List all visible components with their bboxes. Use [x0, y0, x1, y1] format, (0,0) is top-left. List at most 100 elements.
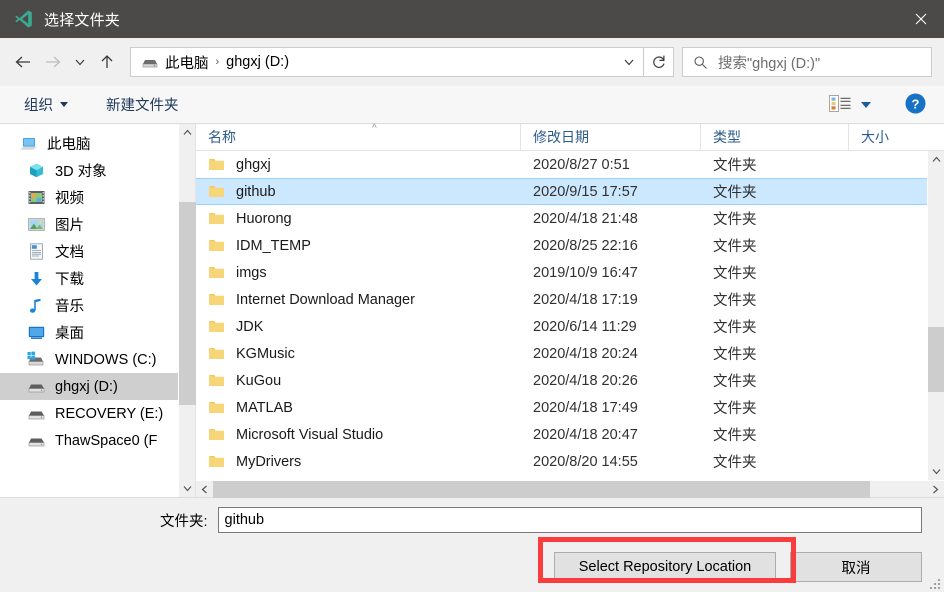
sidebar-item-documents[interactable]: 文档 — [0, 238, 178, 265]
table-row[interactable]: imgs 2019/10/9 16:47 文件夹 — [196, 259, 927, 286]
chevron-up-icon[interactable] — [928, 151, 944, 168]
help-icon[interactable]: ? — [905, 93, 926, 117]
file-name-cell: MATLAB — [196, 400, 521, 416]
folder-name-input[interactable]: github — [217, 507, 922, 533]
search-input[interactable]: 搜索"ghgxj (D:)" — [682, 47, 932, 77]
breadcrumb[interactable]: 此电脑 › ghgxj (D:) — [130, 47, 644, 77]
recent-locations-chevron-down-icon[interactable] — [68, 47, 92, 77]
windows-drive-icon — [26, 351, 46, 369]
column-headers: ^ 名称 修改日期 类型 大小 — [196, 124, 944, 151]
file-date: 2020/4/18 21:48 — [533, 210, 638, 227]
sidebar-item-3d-objects[interactable]: 3D 对象 — [0, 157, 178, 184]
sidebar-item-label: 音乐 — [55, 299, 84, 315]
desktop-icon — [26, 324, 46, 342]
sidebar-scroll-thumb[interactable] — [178, 202, 196, 406]
select-repository-location-button[interactable]: Select Repository Location — [554, 552, 776, 582]
file-date: 2020/4/18 17:49 — [533, 399, 638, 416]
file-name: MATLAB — [236, 399, 293, 416]
view-options-chevron-down-icon[interactable] — [861, 101, 871, 108]
sidebar-item-downloads[interactable]: 下载 — [0, 265, 178, 292]
music-icon — [26, 297, 46, 315]
file-date: 2020/4/18 20:47 — [533, 426, 638, 443]
table-row[interactable]: KuGou 2020/4/18 20:26 文件夹 — [196, 367, 927, 394]
sidebar-item-label: ghgxj (D:) — [55, 378, 118, 395]
chevron-up-icon[interactable] — [179, 124, 196, 141]
sidebar-item-label: 3D 对象 — [55, 164, 107, 180]
horizontal-scroll-track[interactable] — [213, 480, 927, 498]
chevron-down-icon[interactable] — [928, 463, 944, 480]
file-type: 文件夹 — [713, 374, 757, 390]
sidebar-item-label: 图片 — [55, 218, 84, 234]
organize-button[interactable]: 组织 — [18, 92, 74, 118]
table-row[interactable]: IDM_TEMP 2020/8/25 22:16 文件夹 — [196, 232, 927, 259]
refresh-icon[interactable] — [644, 47, 674, 77]
navigation-bar: 此电脑 › ghgxj (D:) 搜索"ghgxj (D:)" — [0, 38, 944, 86]
vscode-icon — [14, 9, 34, 29]
column-header-size[interactable]: 大小 — [849, 124, 915, 150]
sidebar-item-label: 此电脑 — [47, 137, 91, 153]
table-row[interactable]: JDK 2020/6/14 11:29 文件夹 — [196, 313, 927, 340]
close-icon[interactable] — [898, 0, 944, 38]
table-row[interactable]: KGMusic 2020/4/18 20:24 文件夹 — [196, 340, 927, 367]
file-name-cell: KuGou — [196, 373, 521, 389]
table-row[interactable]: ghgxj 2020/8/27 0:51 文件夹 — [196, 151, 927, 178]
back-arrow-icon[interactable] — [8, 47, 38, 77]
sidebar-scrollbar[interactable] — [178, 124, 196, 497]
sidebar-item-desktop[interactable]: 桌面 — [0, 319, 178, 346]
up-arrow-icon[interactable] — [92, 47, 122, 77]
file-name: IDM_TEMP — [236, 237, 311, 254]
sidebar-item-music[interactable]: 音乐 — [0, 292, 178, 319]
file-list-horizontal-scrollbar[interactable] — [196, 480, 944, 498]
file-type: 文件夹 — [713, 212, 757, 228]
column-header-type[interactable]: 类型 — [701, 124, 849, 150]
list-view-icon[interactable] — [829, 94, 851, 115]
sidebar-item-pictures[interactable]: 图片 — [0, 211, 178, 238]
table-row[interactable]: MyDrivers 2020/8/20 14:55 文件夹 — [196, 448, 927, 475]
breadcrumb-chevron-down-icon[interactable] — [615, 48, 643, 76]
sidebar-item-label: 视频 — [55, 191, 84, 207]
new-folder-button[interactable]: 新建文件夹 — [100, 92, 185, 118]
table-row[interactable]: Microsoft Visual Studio 2020/4/18 20:47 … — [196, 421, 927, 448]
file-rows-area: ghgxj 2020/8/27 0:51 文件夹 github 2020/9/1… — [196, 151, 944, 480]
horizontal-scroll-thumb[interactable] — [213, 480, 870, 498]
table-row[interactable]: Huorong 2020/4/18 21:48 文件夹 — [196, 205, 927, 232]
file-name: KGMusic — [236, 345, 295, 362]
file-type: 文件夹 — [713, 158, 757, 174]
table-row[interactable]: Internet Download Manager 2020/4/18 17:1… — [196, 286, 927, 313]
file-list-scroll-thumb[interactable] — [927, 327, 944, 393]
file-type: 文件夹 — [713, 185, 757, 201]
chevron-left-icon[interactable] — [196, 481, 213, 498]
file-rows: ghgxj 2020/8/27 0:51 文件夹 github 2020/9/1… — [196, 151, 927, 480]
table-row[interactable]: MATLAB 2020/4/18 17:49 文件夹 — [196, 394, 927, 421]
column-header-date[interactable]: 修改日期 — [521, 124, 701, 150]
cancel-button[interactable]: 取消 — [790, 552, 922, 582]
sidebar-item-thawspace0-f[interactable]: ThawSpace0 (F — [0, 427, 178, 454]
pictures-icon — [26, 216, 46, 234]
file-type: 文件夹 — [713, 428, 757, 444]
file-list-scrollbar[interactable] — [927, 151, 944, 480]
sidebar-item-ghgxj-d[interactable]: ghgxj (D:) — [0, 373, 178, 400]
toolbar-right-group: ? — [829, 93, 934, 117]
chevron-right-icon[interactable] — [927, 481, 944, 498]
new-folder-label: 新建文件夹 — [106, 98, 179, 114]
file-date: 2019/10/9 16:47 — [533, 264, 638, 281]
sidebar-item-windows-c[interactable]: WINDOWS (C:) — [0, 346, 178, 373]
folder-icon — [208, 400, 226, 416]
column-header-name[interactable]: 名称 — [196, 124, 521, 150]
drive-icon — [26, 432, 46, 450]
sidebar-item-this-pc[interactable]: 此电脑 — [0, 130, 178, 157]
breadcrumb-separator[interactable]: › — [216, 56, 220, 68]
file-list-scroll-track[interactable] — [927, 168, 944, 463]
file-date: 2020/8/20 14:55 — [533, 453, 638, 470]
sidebar-scroll-track[interactable] — [178, 141, 196, 480]
breadcrumb-part-0[interactable]: 此电脑 — [165, 52, 209, 73]
breadcrumb-part-1[interactable]: ghgxj (D:) — [226, 54, 289, 70]
file-name-cell: ghgxj — [196, 157, 521, 173]
table-row[interactable]: github 2020/9/15 17:57 文件夹 — [196, 178, 927, 205]
sidebar-item-recovery-e[interactable]: RECOVERY (E:) — [0, 400, 178, 427]
file-name-cell: Huorong — [196, 211, 521, 227]
file-date: 2020/9/15 17:57 — [533, 183, 638, 200]
resize-grip[interactable] — [928, 577, 940, 589]
chevron-down-icon[interactable] — [179, 480, 196, 497]
sidebar-item-videos[interactable]: 视频 — [0, 184, 178, 211]
